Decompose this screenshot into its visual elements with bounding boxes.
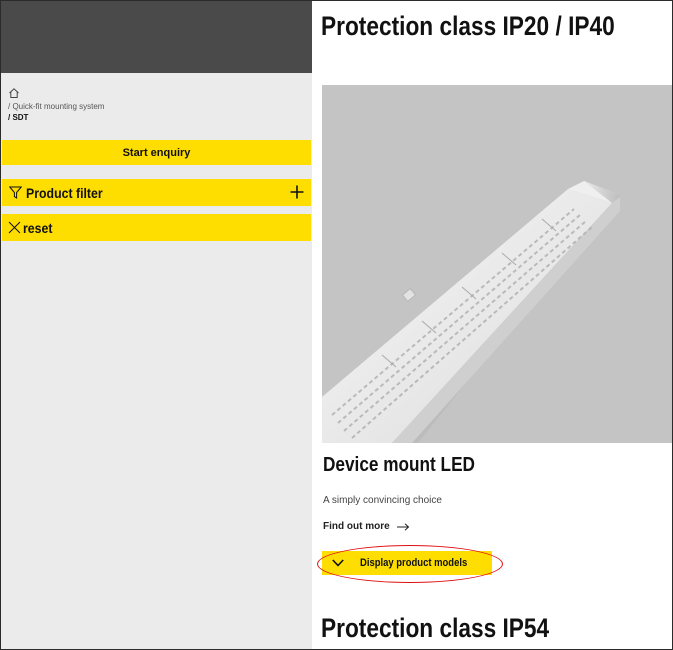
- start-enquiry-button[interactable]: Start enquiry: [2, 140, 311, 165]
- led-fixture-illustration: [322, 181, 620, 443]
- product-filter-label: Product filter: [26, 184, 103, 201]
- product-description: A simply convincing choice: [323, 495, 442, 506]
- sidebar-header: [1, 1, 312, 73]
- reset-label: reset: [23, 219, 53, 236]
- main-content: Protection class IP20 / IP40 Device moun…: [312, 1, 672, 649]
- breadcrumb-item-sdt: / SDT: [8, 113, 29, 122]
- arrow-right-icon: [396, 522, 409, 531]
- display-product-models-button[interactable]: Display product models: [322, 551, 492, 575]
- section-title-ip20-ip40: Protection class IP20 / IP40: [321, 11, 615, 41]
- chevron-down-icon: [332, 559, 344, 567]
- breadcrumb-item-quick-fit[interactable]: / Quick-fit mounting system: [8, 101, 104, 112]
- reset-button[interactable]: reset: [2, 214, 311, 241]
- product-image-device-mount-led[interactable]: [322, 85, 672, 443]
- section-title-ip54: Protection class IP54: [321, 613, 550, 643]
- funnel-icon: [9, 186, 22, 199]
- breadcrumb: / Quick-fit mounting system / SDT: [8, 87, 104, 123]
- home-icon[interactable]: [8, 87, 20, 99]
- find-out-more-link[interactable]: Find out more: [323, 521, 410, 532]
- display-product-models-label: Display product models: [360, 557, 468, 569]
- page-frame: / Quick-fit mounting system / SDT Start …: [0, 0, 673, 650]
- sidebar: / Quick-fit mounting system / SDT Start …: [1, 1, 312, 649]
- close-icon: [8, 221, 21, 234]
- product-name[interactable]: Device mount LED: [323, 454, 475, 477]
- find-out-more-label: Find out more: [323, 521, 390, 532]
- product-filter-button[interactable]: Product filter: [2, 179, 311, 206]
- plus-icon[interactable]: [290, 185, 304, 199]
